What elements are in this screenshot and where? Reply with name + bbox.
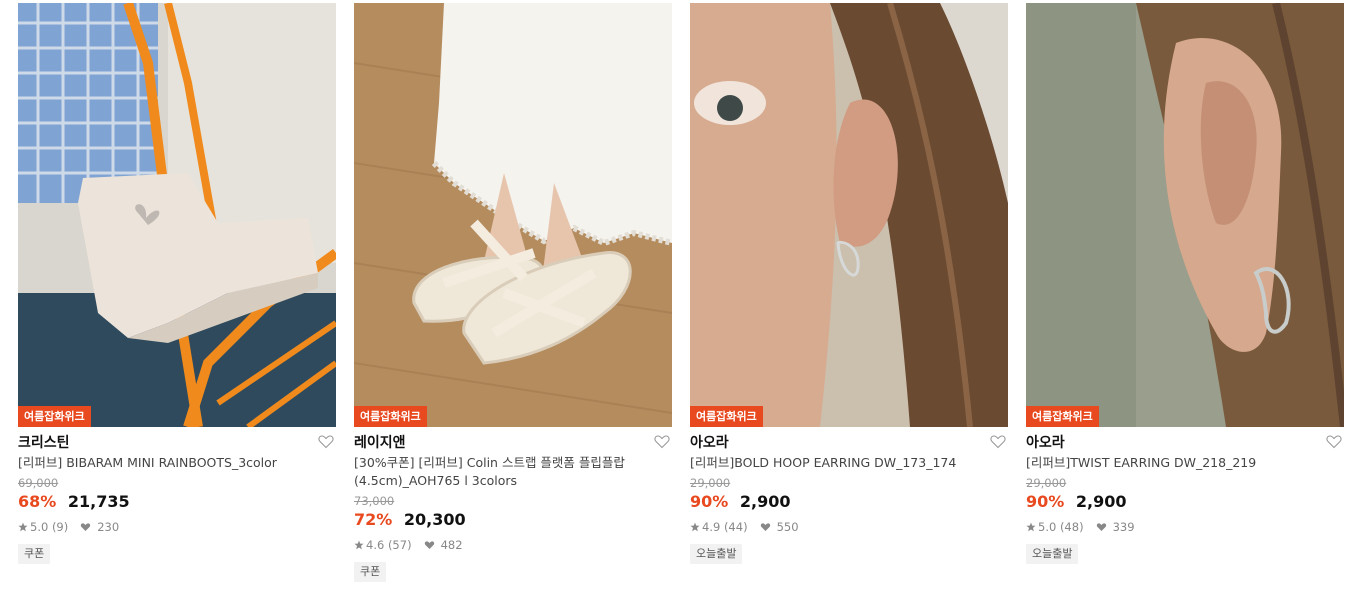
product-tag: 오늘출발 bbox=[1026, 544, 1079, 564]
product-tag: 오늘출발 bbox=[690, 544, 743, 564]
product-card-3[interactable]: 여름잡화위크 아오라 [리퍼브]BOLD HOOP EARRING DW_173… bbox=[690, 3, 1008, 564]
brand-name[interactable]: 아오라 bbox=[690, 435, 729, 451]
star-icon bbox=[354, 540, 364, 550]
promo-badge: 여름잡화위크 bbox=[18, 406, 91, 427]
like-count: 339 bbox=[1112, 520, 1135, 534]
promo-badge: 여름잡화위크 bbox=[1026, 406, 1099, 427]
heart-outline-icon[interactable] bbox=[654, 434, 670, 449]
heart-outline-icon[interactable] bbox=[318, 434, 334, 449]
product-card-4[interactable]: 여름잡화위크 아오라 [리퍼브]TWIST EARRING DW_218_219… bbox=[1026, 3, 1344, 564]
rating: 5.0 (9) bbox=[30, 520, 69, 534]
original-price: 69,000 bbox=[18, 476, 59, 490]
promo-badge: 여름잡화위크 bbox=[690, 406, 763, 427]
promo-badge: 여름잡화위크 bbox=[354, 406, 427, 427]
product-name[interactable]: [30%쿠폰] [리퍼브] Colin 스트랩 플랫폼 플립플랍 (4.5cm)… bbox=[354, 454, 644, 490]
product-grid: 여름잡화위크 크리스틴 [리퍼브] BIBARAM MINI RAINBOOTS… bbox=[0, 0, 1352, 595]
like-count: 482 bbox=[440, 538, 463, 552]
product-tag: 쿠폰 bbox=[18, 544, 51, 564]
hoop-earring-photo-icon bbox=[690, 3, 1008, 427]
rating: 4.9 (44) bbox=[702, 520, 748, 534]
product-card-2[interactable]: 여름잡화위크 레이지앤 [30%쿠폰] [리퍼브] Colin 스트랩 플랫폼 … bbox=[354, 3, 672, 582]
sale-price: 2,900 bbox=[739, 492, 791, 511]
rain-boot-photo-icon bbox=[18, 3, 336, 427]
rating: 5.0 (48) bbox=[1038, 520, 1084, 534]
star-icon bbox=[690, 522, 700, 532]
product-name[interactable]: [리퍼브]TWIST EARRING DW_218_219 bbox=[1026, 454, 1316, 472]
heart-filled-icon bbox=[1096, 523, 1106, 531]
sale-price: 21,735 bbox=[67, 492, 130, 511]
like-count: 230 bbox=[97, 520, 120, 534]
original-price: 73,000 bbox=[354, 494, 395, 508]
rating: 4.6 (57) bbox=[366, 538, 412, 552]
product-image-1[interactable]: 여름잡화위크 bbox=[18, 3, 336, 427]
heart-outline-icon[interactable] bbox=[990, 434, 1006, 449]
product-name[interactable]: [리퍼브] BIBARAM MINI RAINBOOTS_3color bbox=[18, 454, 308, 472]
discount-rate: 68% bbox=[18, 492, 57, 511]
heart-filled-icon bbox=[424, 541, 434, 549]
brand-name[interactable]: 아오라 bbox=[1026, 435, 1065, 451]
star-icon bbox=[1026, 522, 1036, 532]
sale-price: 2,900 bbox=[1075, 492, 1127, 511]
sale-price: 20,300 bbox=[403, 510, 466, 529]
discount-rate: 90% bbox=[1026, 492, 1065, 511]
product-image-4[interactable]: 여름잡화위크 bbox=[1026, 3, 1344, 427]
original-price: 29,000 bbox=[1026, 476, 1067, 490]
twist-earring-photo-icon bbox=[1026, 3, 1344, 427]
platform-sandal-photo-icon bbox=[354, 3, 672, 427]
heart-filled-icon bbox=[760, 523, 770, 531]
product-tag: 쿠폰 bbox=[354, 562, 387, 582]
product-name[interactable]: [리퍼브]BOLD HOOP EARRING DW_173_174 bbox=[690, 454, 980, 472]
heart-filled-icon bbox=[81, 523, 91, 531]
brand-name[interactable]: 레이지앤 bbox=[354, 435, 406, 451]
discount-rate: 72% bbox=[354, 510, 393, 529]
star-icon bbox=[18, 522, 28, 532]
product-card-1[interactable]: 여름잡화위크 크리스틴 [리퍼브] BIBARAM MINI RAINBOOTS… bbox=[18, 3, 336, 564]
discount-rate: 90% bbox=[690, 492, 729, 511]
heart-outline-icon[interactable] bbox=[1326, 434, 1342, 449]
product-image-2[interactable]: 여름잡화위크 bbox=[354, 3, 672, 427]
product-image-3[interactable]: 여름잡화위크 bbox=[690, 3, 1008, 427]
brand-name[interactable]: 크리스틴 bbox=[18, 435, 70, 451]
original-price: 29,000 bbox=[690, 476, 731, 490]
like-count: 550 bbox=[776, 520, 799, 534]
